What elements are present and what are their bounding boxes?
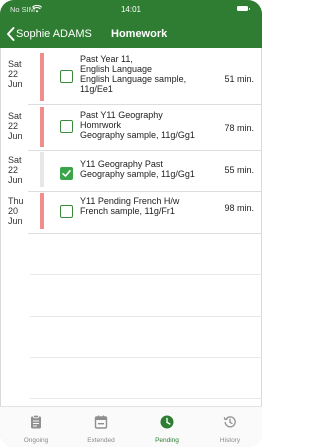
back-button[interactable]: Sophie ADAMS [16,28,92,40]
due-date: Sat 22 Jun [8,111,38,141]
navigation-bar: Sophie ADAMS Homework [0,20,262,48]
done-checkbox[interactable] [60,70,73,83]
tab-label: Extended [87,437,115,444]
subject-accent-bar [40,152,44,187]
duration-label: 98 min. [224,203,254,213]
due-month: Jun [8,175,23,185]
due-date: Sat 22 Jun [8,59,38,89]
empty-row-divider [30,398,262,399]
duration-label: 51 min. [224,74,254,84]
page-title: Homework [111,28,168,40]
due-month: Jun [8,79,23,89]
tab-label: Pending [155,437,179,444]
homework-row[interactable]: Sat 22 Jun Y11 Geography Past Geography … [0,151,262,192]
clock-time: 14:01 [120,5,142,14]
due-day-number: 20 [8,206,19,216]
app-screen: No SIM 14:01 Sophie ADAMS Homework Sat 2… [0,0,262,447]
due-date: Sat 22 Jun [8,155,38,185]
due-date: Thu 20 Jun [8,196,38,226]
tab-bar: Ongoing Extended Pending History [0,406,262,447]
row-divider [28,191,262,192]
status-bar: No SIM 14:01 [0,0,262,20]
empty-row-divider [30,274,262,275]
duration-label: 78 min. [224,123,254,133]
homework-subject: 11g/Ee1 [80,84,113,94]
due-day: Sat [8,111,22,121]
homework-row[interactable]: Thu 20 Jun Y11 Pending French H/w French… [0,193,262,234]
due-day-number: 22 [8,165,19,175]
done-checkbox[interactable] [60,205,73,218]
done-checkbox[interactable] [60,167,73,180]
homework-title: English Language [80,64,153,74]
subject-accent-bar [40,193,44,229]
due-month: Jun [8,131,23,141]
checkmark-icon [62,170,71,177]
due-day-number: 22 [8,121,19,131]
tab-label: History [219,437,241,444]
due-day: Sat [8,59,22,69]
empty-row-divider [30,357,262,358]
history-icon [223,416,236,428]
row-divider [28,233,262,234]
due-day-number: 22 [8,69,19,79]
homework-title: Past Year 11, [80,54,133,64]
subject-accent-bar [40,53,44,101]
clipboard-icon [31,414,41,429]
duration-label: 55 min. [224,165,254,175]
empty-row-divider [30,316,262,317]
tab-extended[interactable]: Extended [71,407,131,447]
homework-row[interactable]: Sat 22 Jun Past Year 11, English Languag… [0,48,262,105]
homework-title: Past Y11 Geography [80,110,163,120]
calendar-icon [94,415,108,429]
due-day: Thu [8,196,24,206]
done-checkbox[interactable] [60,120,73,133]
tab-history[interactable]: History [200,407,260,447]
tab-pending[interactable]: Pending [137,407,197,447]
homework-row[interactable]: Sat 22 Jun Past Y11 Geography Homrwork G… [0,105,262,151]
clock-icon [160,415,174,429]
subject-accent-bar [40,107,44,147]
tab-ongoing[interactable]: Ongoing [6,407,66,447]
due-day: Sat [8,155,22,165]
tab-label: Ongoing [23,437,49,444]
due-month: Jun [8,216,23,226]
battery-icon [237,6,250,11]
